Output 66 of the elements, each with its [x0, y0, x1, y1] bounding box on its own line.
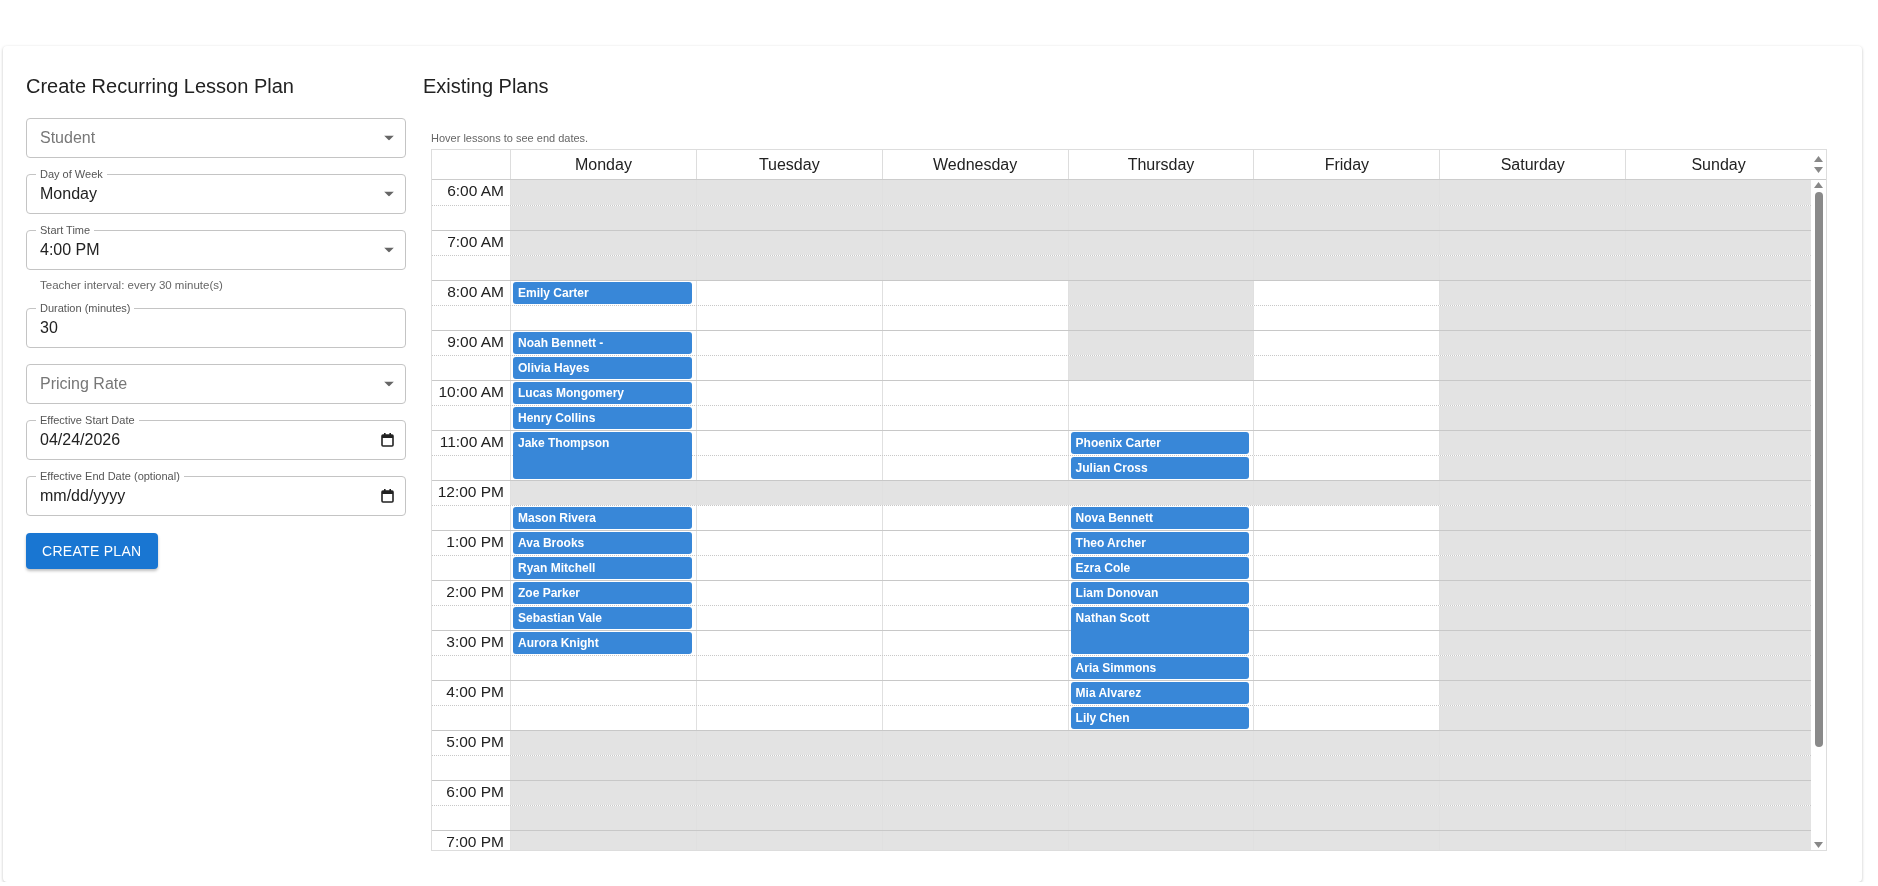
field-label: Day of Week [36, 167, 107, 181]
lesson-block[interactable]: Henry Collins [513, 407, 692, 429]
time-label: 7:00 PM [446, 832, 505, 850]
lesson-block[interactable]: Aurora Knight [513, 632, 692, 654]
lesson-block[interactable]: Zoe Parker [513, 582, 692, 604]
lesson-block[interactable]: Jake Thompson [513, 432, 692, 479]
day-header: Wednesday [881, 150, 1068, 179]
caret-down-icon [384, 247, 394, 253]
time-label: 5:00 PM [446, 732, 505, 752]
time-label: 1:00 PM [446, 532, 505, 552]
lesson-block[interactable]: Nova Bennett [1070, 507, 1250, 529]
create-plan-button[interactable]: CREATE PLAN [26, 533, 158, 569]
scroll-up-icon[interactable] [1814, 155, 1823, 162]
day-header: Tuesday [695, 150, 882, 179]
lesson-block[interactable]: Mia Alvarez [1070, 682, 1250, 704]
lesson-block[interactable]: Nathan Scott [1070, 607, 1250, 654]
day-header: Sunday [1625, 150, 1811, 179]
time-label: 11:00 AM [439, 432, 505, 452]
day-header: Thursday [1067, 150, 1254, 179]
field-label: Effective End Date (optional) [36, 469, 184, 483]
time-label: 10:00 AM [438, 382, 505, 402]
lesson-block[interactable]: Ryan Mitchell [513, 557, 692, 579]
lesson-block[interactable]: Ava Brooks [513, 532, 692, 554]
scroll-down-icon[interactable] [1814, 842, 1823, 848]
calendar-icon[interactable] [381, 489, 394, 503]
time-label: 6:00 AM [447, 181, 505, 201]
select-field[interactable]: Student [26, 118, 406, 158]
time-label: 4:00 PM [446, 682, 505, 702]
day-header: Saturday [1439, 150, 1626, 179]
lesson-block[interactable]: Aria Simmons [1070, 657, 1250, 679]
calendar-icon[interactable] [381, 433, 394, 447]
lesson-block[interactable]: Lily Chen [1070, 707, 1250, 729]
lesson-block[interactable]: Theo Archer [1070, 532, 1250, 554]
lesson-block[interactable]: Liam Donovan [1070, 582, 1250, 604]
time-label: 8:00 AM [447, 282, 505, 302]
lesson-block[interactable]: Phoenix Carter [1070, 432, 1250, 454]
form-title: Create Recurring Lesson Plan [26, 74, 295, 98]
field-label: Effective Start Date [36, 413, 139, 427]
time-label: 12:00 PM [437, 482, 505, 502]
scrollbar-thumb[interactable] [1814, 192, 1823, 747]
lesson-block[interactable]: Lucas Mongomery [513, 382, 692, 404]
scroll-up-icon[interactable] [1814, 182, 1823, 188]
lesson-block[interactable]: Noah Bennett - [513, 332, 692, 354]
time-label: 3:00 PM [446, 632, 505, 652]
lesson-block[interactable]: Sebastian Vale [513, 607, 692, 629]
day-header: Friday [1253, 150, 1440, 179]
time-label: 2:00 PM [446, 582, 505, 602]
lesson-block[interactable]: Olivia Hayes [513, 357, 692, 379]
select-field[interactable]: Pricing Rate [26, 364, 406, 404]
plans-title: Existing Plans [423, 74, 550, 98]
lesson-block[interactable]: Mason Rivera [513, 507, 692, 529]
lesson-block[interactable]: Ezra Cole [1070, 557, 1250, 579]
time-label: 6:00 PM [446, 782, 505, 802]
hint-text: Hover lessons to see end dates. [431, 131, 590, 145]
lesson-block[interactable]: Emily Carter [513, 282, 692, 304]
day-header: Monday [510, 150, 696, 179]
lesson-block[interactable]: Julian Cross [1070, 457, 1250, 479]
scroll-down-icon[interactable] [1814, 167, 1823, 174]
caret-down-icon [384, 191, 394, 197]
field-label: Start Time [36, 223, 95, 237]
caret-down-icon [384, 381, 394, 387]
time-label: 9:00 AM [447, 332, 505, 352]
helper-text: Teacher interval: every 30 minute(s) [40, 278, 224, 292]
caret-down-icon [384, 135, 394, 141]
time-label: 7:00 AM [447, 232, 505, 252]
field-label: Duration (minutes) [36, 301, 135, 315]
